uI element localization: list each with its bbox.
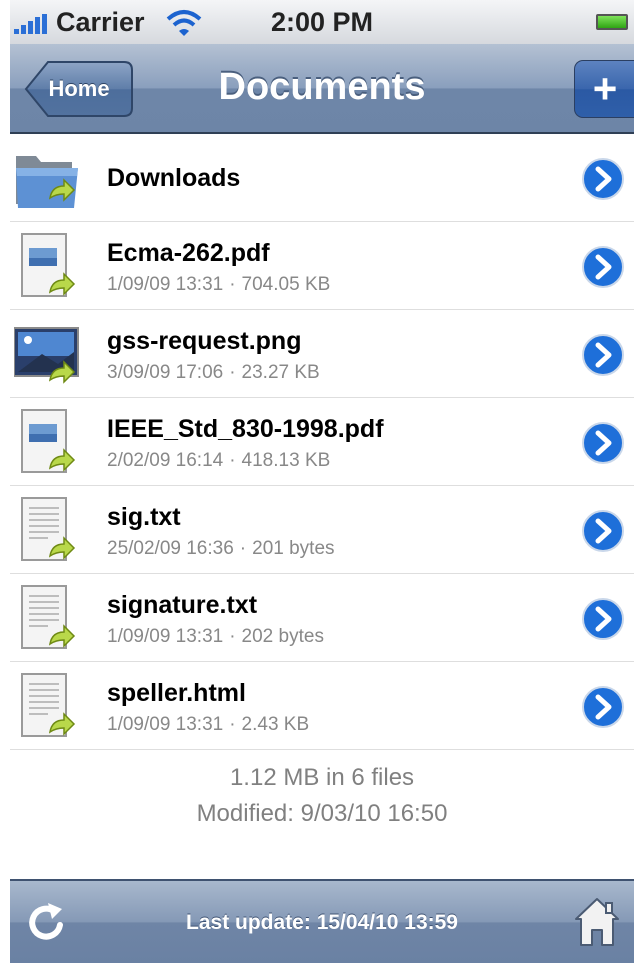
file-name: Downloads — [107, 164, 241, 192]
text-document-icon — [21, 673, 76, 737]
file-meta: 1/09/09 13:31 · 2.43 KB — [107, 714, 309, 736]
total-size-text: 1.12 MB in 6 files — [229, 764, 415, 791]
disclosure-chevron-icon[interactable] — [581, 685, 625, 729]
pdf-document-icon — [21, 233, 76, 297]
file-date: 1/09/09 13:31 — [107, 626, 224, 647]
file-name: signature.txt — [107, 591, 258, 619]
file-meta: 1/09/09 13:31 · 704.05 KB — [107, 274, 330, 296]
file-date: 1/09/09 13:31 — [107, 714, 224, 735]
list-item[interactable]: sig.txt 25/02/09 16:36 · 201 bytes — [10, 486, 634, 574]
file-size: 2.43 KB — [241, 714, 310, 735]
file-size: 201 bytes — [252, 538, 335, 559]
separator: · — [229, 362, 236, 383]
text-document-icon — [21, 585, 76, 649]
file-name: sig.txt — [107, 503, 181, 531]
file-meta: 1/09/09 13:31 · 202 bytes — [107, 626, 324, 648]
last-update-text: Last update: 15/04/10 13:59 — [186, 911, 458, 934]
folder-icon — [16, 156, 78, 208]
bottom-toolbar: Last update: 15/04/10 13:59 — [10, 879, 634, 963]
navigation-bar: Home Documents + — [10, 44, 634, 134]
disclosure-chevron-icon[interactable] — [581, 421, 625, 465]
list-item[interactable]: speller.html 1/09/09 13:31 · 2.43 KB — [10, 662, 634, 750]
list-item[interactable]: IEEE_Std_830-1998.pdf 2/02/09 16:14 · 418.… — [10, 398, 634, 486]
disclosure-chevron-icon[interactable] — [581, 597, 625, 641]
page-title: Documents — [218, 66, 426, 108]
file-meta: 3/09/09 17:06 · 23.27 KB — [107, 362, 320, 384]
file-size: 418.13 KB — [241, 450, 331, 471]
list-item[interactable]: gss-request.png 3/09/09 17:06 · 23.27 KB — [10, 310, 634, 398]
file-name: speller.html — [107, 679, 246, 707]
file-date: 25/02/09 16:36 — [107, 538, 234, 559]
home-icon[interactable] — [574, 897, 620, 947]
modified-text: Modified: 9/03/10 16:50 — [196, 800, 448, 827]
battery-icon — [596, 14, 628, 30]
separator: · — [239, 538, 247, 559]
file-date: 1/09/09 13:31 — [107, 274, 224, 295]
image-file-icon — [14, 327, 79, 384]
file-size: 202 bytes — [241, 626, 324, 647]
file-size: 704.05 KB — [241, 274, 331, 295]
file-size: 23.27 KB — [241, 362, 320, 383]
file-name: Ecma-262.pdf — [107, 239, 270, 267]
file-name: gss-request.png — [107, 327, 302, 355]
add-button[interactable]: + — [574, 60, 634, 118]
list-item[interactable]: signature.txt 1/09/09 13:31 · 202 bytes — [10, 574, 634, 662]
separator: · — [229, 450, 236, 471]
file-meta: 2/02/09 16:14 · 418.13 KB — [107, 450, 330, 472]
disclosure-chevron-icon[interactable] — [581, 333, 625, 377]
folder-summary: 1.12 MB in 6 files Modified: 9/03/10 16:… — [10, 760, 634, 832]
separator: · — [229, 274, 236, 295]
pdf-document-icon — [21, 409, 76, 473]
file-name: IEEE_Std_830-1998.pdf — [107, 415, 384, 443]
file-list: Downloads Ecma-262.pdf 1/09/09 13:31 · 704… — [10, 134, 634, 750]
plus-icon: + — [592, 65, 618, 112]
file-date: 3/09/09 17:06 — [107, 362, 224, 383]
file-date: 2/02/09 16:14 — [107, 450, 224, 471]
disclosure-chevron-icon[interactable] — [581, 245, 625, 289]
text-document-icon — [21, 497, 76, 561]
list-item[interactable]: Downloads — [10, 134, 634, 222]
status-bar: Carrier 2:00 PM — [10, 0, 634, 44]
separator: · — [229, 626, 236, 647]
disclosure-chevron-icon[interactable] — [581, 509, 625, 553]
separator: · — [229, 714, 236, 735]
list-item[interactable]: Ecma-262.pdf 1/09/09 13:31 · 704.05 KB — [10, 222, 634, 310]
file-meta: 25/02/09 16:36 · 201 bytes — [107, 538, 335, 560]
disclosure-chevron-icon[interactable] — [581, 157, 625, 201]
status-time: 2:00 PM — [270, 7, 374, 37]
